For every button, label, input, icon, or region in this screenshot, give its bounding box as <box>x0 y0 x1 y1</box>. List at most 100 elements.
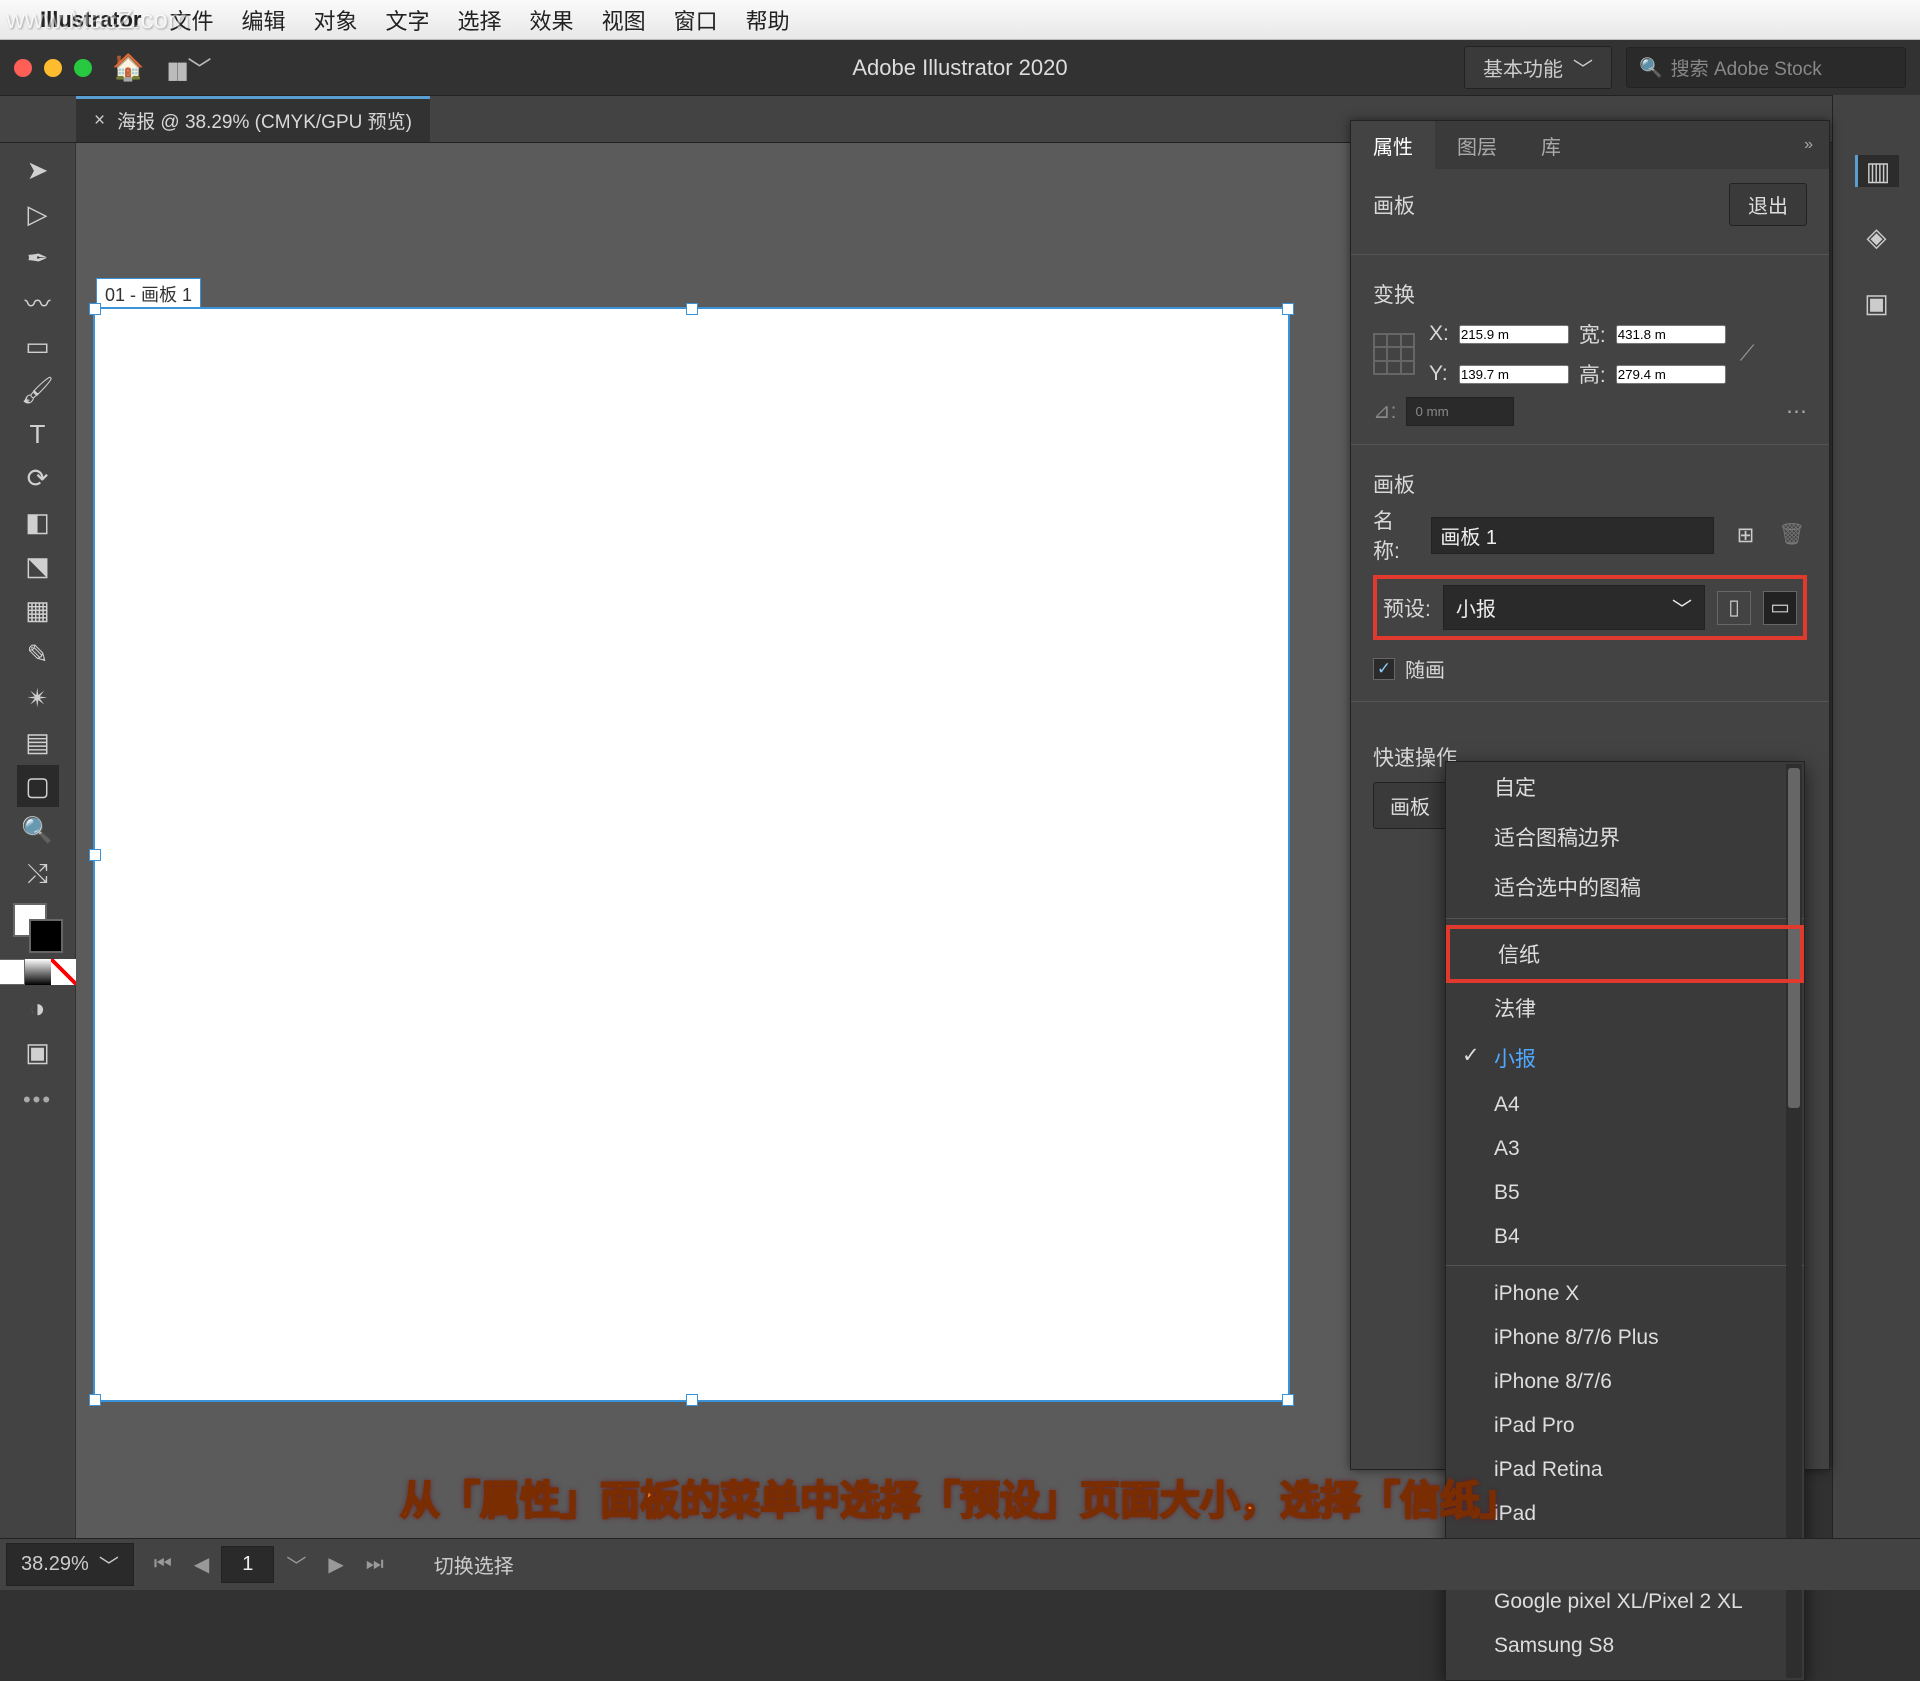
swap-fill-stroke-icon[interactable]: ⤭ <box>17 853 59 895</box>
artboard-name-input[interactable] <box>1431 517 1714 554</box>
fill-stroke-swatch[interactable] <box>13 903 63 953</box>
workspace-switcher[interactable]: 基本功能 ﹀ <box>1464 46 1612 89</box>
stroke-color-swatch[interactable] <box>29 919 63 953</box>
tab-library[interactable]: 库 <box>1519 121 1583 169</box>
zoom-tool-icon[interactable]: 🔍 <box>17 809 59 851</box>
preset-option[interactable]: 自定 <box>1446 762 1804 812</box>
curvature-tool-icon[interactable]: 〰 <box>17 281 59 323</box>
draw-mode-icon[interactable]: ◑ <box>17 987 59 1029</box>
mini-swatch-fill[interactable] <box>0 959 25 985</box>
eyedropper-tool-icon[interactable]: ✎ <box>17 633 59 675</box>
angle-input[interactable] <box>1406 397 1514 426</box>
menu-window[interactable]: 窗口 <box>674 4 718 36</box>
tab-properties[interactable]: 属性 <box>1351 121 1435 169</box>
panel-arrange-icon[interactable]: ▮▮ ﹀ <box>166 50 207 85</box>
layers-rail-icon[interactable]: ◈ <box>1855 221 1899 253</box>
preset-option[interactable]: 信纸 <box>1446 925 1804 983</box>
preset-option[interactable]: 适合选中的图稿 <box>1446 862 1804 912</box>
properties-rail-icon[interactable]: ▥ <box>1855 155 1899 187</box>
document-tab[interactable]: × 海报 @ 38.29% (CMYK/GPU 预览) <box>76 96 430 142</box>
pen-tool-icon[interactable]: ✒ <box>17 237 59 279</box>
delete-artboard-icon[interactable]: 🗑 <box>1777 518 1807 552</box>
resize-handle-se[interactable] <box>1282 1394 1294 1406</box>
move-with-artboard-checkbox[interactable]: ✓ <box>1373 658 1395 680</box>
landscape-icon[interactable]: ▭ <box>1763 591 1797 625</box>
preset-option[interactable]: A4 <box>1446 1083 1804 1127</box>
resize-handle-w[interactable] <box>89 849 101 861</box>
artboard-options-button[interactable]: 画板 <box>1373 782 1447 829</box>
exit-artboard-button[interactable]: 退出 <box>1729 183 1807 226</box>
resize-handle-ne[interactable] <box>1282 303 1294 315</box>
y-input[interactable] <box>1459 365 1569 384</box>
resize-handle-n[interactable] <box>686 303 698 315</box>
menu-edit[interactable]: 编辑 <box>241 4 285 36</box>
resize-handle-nw[interactable] <box>89 303 101 315</box>
type-tool-icon[interactable]: T <box>17 413 59 455</box>
new-artboard-icon[interactable]: ⊞ <box>1730 518 1760 552</box>
libraries-rail-icon[interactable]: ▣ <box>1855 287 1899 319</box>
symbol-sprayer-tool-icon[interactable]: ✴ <box>17 677 59 719</box>
preset-option[interactable]: Samsung S8 <box>1446 1624 1804 1668</box>
menu-view[interactable]: 视图 <box>602 4 646 36</box>
preset-option[interactable]: A3 <box>1446 1127 1804 1171</box>
nav-chevron-down-icon[interactable]: ﹀ <box>276 1544 316 1585</box>
preset-option[interactable]: 小报 <box>1446 1033 1804 1083</box>
eraser-tool-icon[interactable]: ◧ <box>17 501 59 543</box>
tab-layers[interactable]: 图层 <box>1435 121 1519 169</box>
width-input[interactable] <box>1616 325 1726 344</box>
mini-swatch-none[interactable] <box>51 959 77 985</box>
minimize-window-icon[interactable] <box>44 59 62 77</box>
resize-handle-s[interactable] <box>686 1394 698 1406</box>
nav-last-icon[interactable]: ⏭ <box>356 1547 394 1582</box>
rectangle-tool-icon[interactable]: ▭ <box>17 325 59 367</box>
nav-next-icon[interactable]: ▶ <box>318 1546 353 1583</box>
shape-builder-tool-icon[interactable]: ⬔ <box>17 545 59 587</box>
menu-select[interactable]: 选择 <box>458 4 502 36</box>
panel-expand-icon[interactable]: » <box>1788 121 1829 169</box>
x-input[interactable] <box>1459 325 1569 344</box>
paintbrush-tool-icon[interactable]: 🖌 <box>17 369 59 411</box>
artboard-tool-icon[interactable]: ▢ <box>17 765 59 807</box>
close-window-icon[interactable] <box>14 59 32 77</box>
more-options-icon[interactable]: ⋯ <box>1786 399 1807 424</box>
artboard[interactable] <box>94 308 1289 1401</box>
search-placeholder: 搜索 Adobe Stock <box>1671 54 1822 81</box>
resize-handle-sw[interactable] <box>89 1394 101 1406</box>
direct-selection-tool-icon[interactable]: ▷ <box>17 193 59 235</box>
link-dimensions-icon[interactable]: ⟋ <box>1740 342 1755 366</box>
app-name-menu[interactable]: Illustrator <box>40 7 141 33</box>
mini-swatch-gradient[interactable] <box>25 959 51 985</box>
portrait-icon[interactable]: ▯ <box>1717 591 1751 625</box>
preset-option[interactable]: Surface Pro 4 <box>1446 1668 1804 1681</box>
menu-help[interactable]: 帮助 <box>746 4 790 36</box>
preset-option[interactable]: iPad Pro <box>1446 1404 1804 1448</box>
menu-file[interactable]: 文件 <box>169 4 213 36</box>
preset-option[interactable]: 适合图稿边界 <box>1446 812 1804 862</box>
nav-prev-icon[interactable]: ◀ <box>184 1546 219 1583</box>
maximize-window-icon[interactable] <box>74 59 92 77</box>
preset-option[interactable]: iPhone X <box>1446 1272 1804 1316</box>
artboard-number[interactable]: 1 <box>221 1546 274 1583</box>
menu-effect[interactable]: 效果 <box>530 4 574 36</box>
preset-option[interactable]: 法律 <box>1446 983 1804 1033</box>
gradient-tool-icon[interactable]: ▦ <box>17 589 59 631</box>
menu-type[interactable]: 文字 <box>386 4 430 36</box>
reference-point-grid[interactable] <box>1373 333 1415 375</box>
screen-mode-icon[interactable]: ▣ <box>17 1031 59 1073</box>
close-tab-icon[interactable]: × <box>94 110 105 132</box>
rotate-tool-icon[interactable]: ⟳ <box>17 457 59 499</box>
preset-option[interactable]: iPhone 8/7/6 <box>1446 1360 1804 1404</box>
preset-option[interactable]: iPhone 8/7/6 Plus <box>1446 1316 1804 1360</box>
zoom-selector[interactable]: 38.29% ﹀ <box>6 1543 134 1586</box>
search-stock-input[interactable]: 🔍 搜索 Adobe Stock <box>1626 47 1906 88</box>
column-graph-tool-icon[interactable]: ▤ <box>17 721 59 763</box>
edit-toolbar-icon[interactable]: ••• <box>23 1087 52 1113</box>
height-input[interactable] <box>1616 365 1726 384</box>
selection-tool-icon[interactable]: ➤ <box>17 149 59 191</box>
menu-object[interactable]: 对象 <box>314 4 358 36</box>
nav-first-icon[interactable]: ⏮ <box>144 1547 182 1582</box>
preset-option[interactable]: B5 <box>1446 1171 1804 1215</box>
home-icon[interactable]: 🏠 <box>112 52 144 83</box>
preset-option[interactable]: B4 <box>1446 1215 1804 1259</box>
preset-dropdown[interactable]: 小报 ﹀ <box>1443 585 1705 630</box>
